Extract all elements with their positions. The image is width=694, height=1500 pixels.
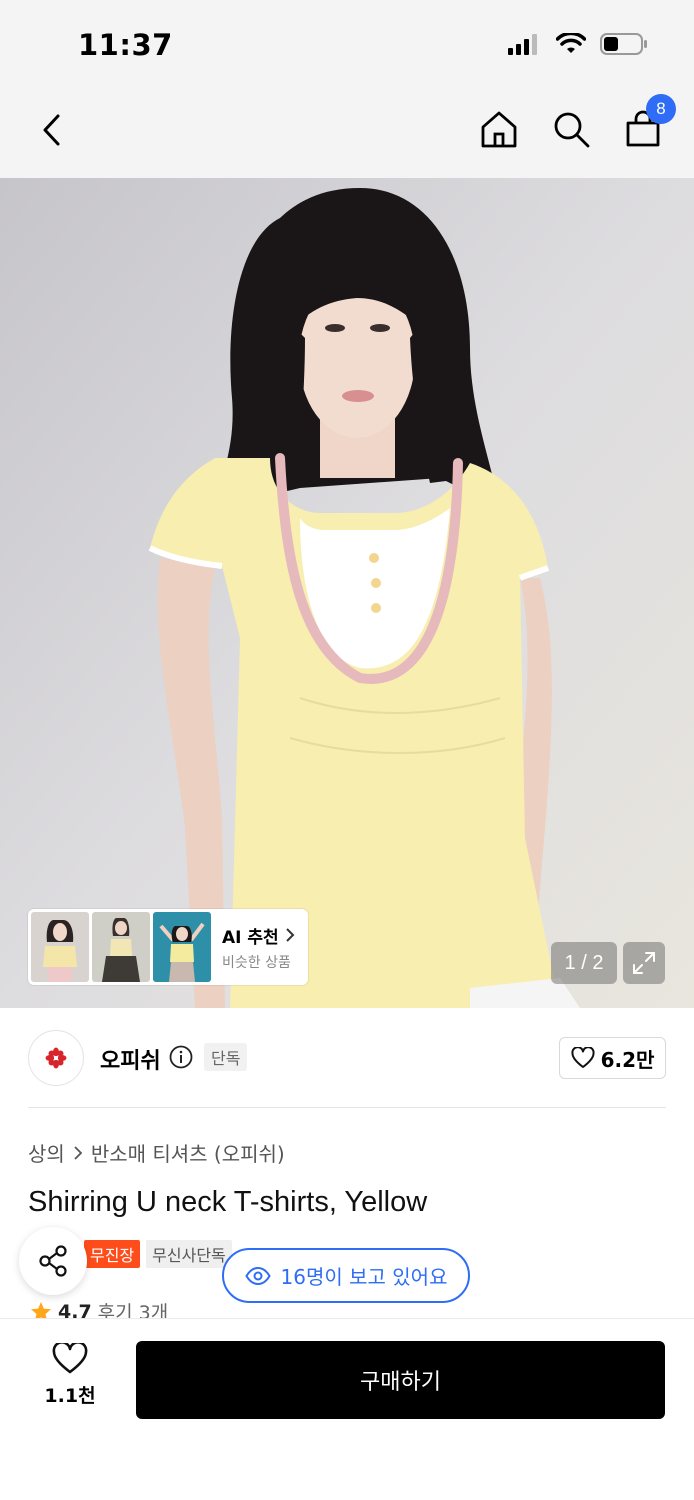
ai-card-text: AI 추천 비슷한 상품 <box>222 923 295 972</box>
status-icons <box>508 32 648 56</box>
chevron-right-icon <box>74 1145 83 1160</box>
ai-thumbnail <box>31 912 89 982</box>
expand-image-button[interactable] <box>623 942 665 984</box>
product-image[interactable]: AI 추천 비슷한 상품 1 / 2 <box>0 178 694 1008</box>
breadcrumb: 상의 반소매 티셔츠 (오피쉬) <box>28 1138 285 1167</box>
search-icon <box>554 112 590 148</box>
divider <box>28 1107 666 1108</box>
cellular-signal-icon <box>508 34 537 55</box>
ai-card-subtitle: 비슷한 상품 <box>222 954 291 971</box>
heart-icon <box>52 1343 88 1374</box>
exclusive-tag: 단독 <box>204 1043 248 1071</box>
viewers-indicator: 16명이 보고 있어요 <box>222 1248 470 1303</box>
nav-bar: 8 <box>0 90 694 178</box>
wifi-icon <box>556 33 586 53</box>
cart-count-badge: 8 <box>646 94 676 124</box>
chevron-right-icon <box>285 928 295 942</box>
heart-icon <box>571 1047 595 1068</box>
bottom-action-bar: 1.1천 구매하기 <box>0 1318 694 1500</box>
home-icon <box>481 111 517 148</box>
ai-card-title-label: AI 추천 <box>222 927 279 948</box>
ai-card-title: AI 추천 <box>222 923 295 948</box>
buy-button[interactable]: 구매하기 <box>136 1341 665 1419</box>
exclusive-badge: 무신사단독 <box>146 1240 232 1268</box>
eye-icon <box>244 1266 271 1285</box>
cart-button[interactable]: 8 <box>620 94 676 152</box>
brand-flower-icon <box>45 1047 67 1069</box>
info-icon <box>169 1045 193 1069</box>
chevron-left-icon <box>43 114 60 146</box>
product-like-count: 1.1천 <box>44 1385 96 1407</box>
nav-actions: 8 <box>476 94 676 152</box>
model-photo <box>0 178 694 1008</box>
search-button[interactable] <box>548 106 594 152</box>
ai-recommendation-card[interactable]: AI 추천 비슷한 상품 <box>28 909 308 985</box>
back-button[interactable] <box>30 108 74 152</box>
product-like-button[interactable]: 1.1천 <box>30 1343 110 1419</box>
brand-name[interactable]: 오피쉬 <box>100 1043 161 1075</box>
ai-thumbnail <box>92 912 150 982</box>
status-time: 11:37 <box>78 28 173 62</box>
product-title: Shirring U neck T-shirts, Yellow <box>28 1186 428 1218</box>
share-button[interactable] <box>19 1227 87 1295</box>
ai-thumbnail <box>153 912 211 982</box>
breadcrumb-subcategory[interactable]: 반소매 티셔츠 (오피쉬) <box>91 1138 285 1167</box>
home-button[interactable] <box>476 106 522 152</box>
breadcrumb-category[interactable]: 상의 <box>28 1138 65 1167</box>
image-page-indicator: 1 / 2 <box>551 942 617 984</box>
product-badges: 무진장 무신사단독 <box>84 1240 232 1268</box>
brand-like-count: 6.2만 <box>600 1047 655 1072</box>
battery-icon <box>600 33 647 55</box>
status-bar: 11:37 <box>0 0 694 90</box>
brand-logo[interactable] <box>28 1030 84 1086</box>
brand-info-button[interactable] <box>169 1045 193 1073</box>
share-icon <box>39 1245 67 1277</box>
viewers-text: 16명이 보고 있어요 <box>280 1265 448 1289</box>
brand-row: 오피쉬 단독 6.2만 <box>28 1030 666 1086</box>
expand-icon <box>633 952 655 974</box>
brand-like-button[interactable]: 6.2만 <box>559 1037 666 1079</box>
sale-badge: 무진장 <box>84 1240 141 1268</box>
